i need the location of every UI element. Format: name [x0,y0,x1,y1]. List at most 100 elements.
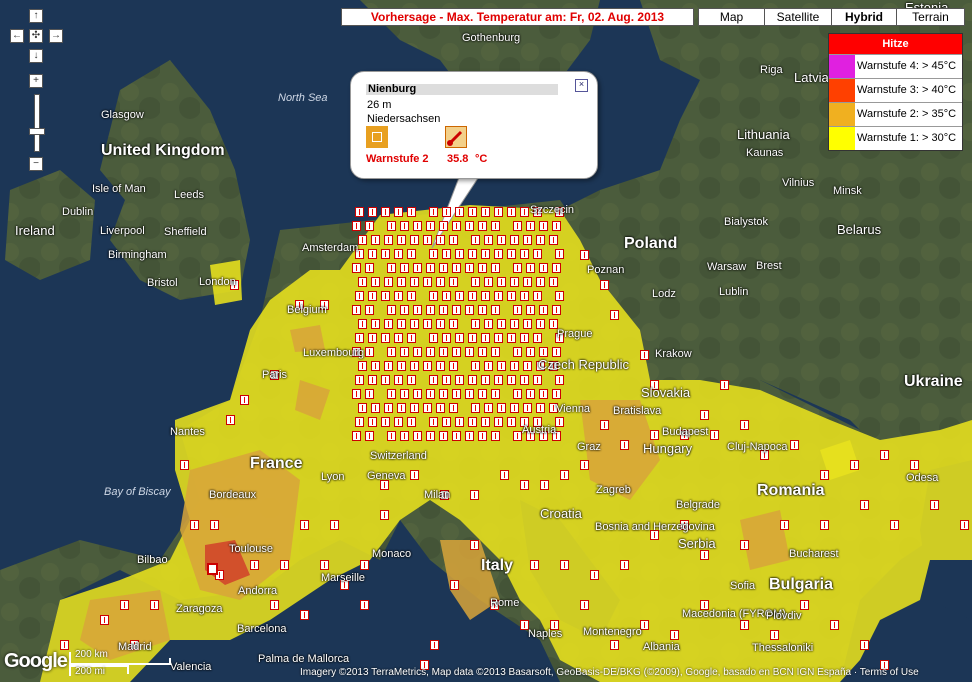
station-marker-icon[interactable] [523,361,532,371]
station-marker-icon[interactable] [452,263,461,273]
station-marker-icon[interactable] [549,235,558,245]
station-marker-icon[interactable] [426,263,435,273]
station-marker-icon[interactable] [507,417,516,427]
station-marker-icon[interactable] [413,221,422,231]
station-marker-icon[interactable] [513,263,522,273]
station-marker-icon[interactable] [455,417,464,427]
station-marker-icon[interactable] [352,431,361,441]
station-marker-icon[interactable] [620,560,629,570]
station-marker-icon[interactable] [478,305,487,315]
zoom-out-icon[interactable]: − [29,157,43,171]
station-marker-icon[interactable] [930,500,939,510]
pan-left-icon[interactable]: ← [10,29,24,43]
station-marker-icon[interactable] [520,480,529,490]
station-marker-icon[interactable] [355,207,364,217]
station-marker-icon[interactable] [368,291,377,301]
station-marker-icon[interactable] [400,263,409,273]
station-marker-icon[interactable] [491,389,500,399]
station-marker-icon[interactable] [120,600,129,610]
station-marker-icon[interactable] [520,207,529,217]
station-marker-icon[interactable] [455,291,464,301]
station-marker-icon[interactable] [580,250,589,260]
station-marker-icon[interactable] [280,560,289,570]
station-marker-icon[interactable] [590,570,599,580]
station-marker-icon[interactable] [439,305,448,315]
station-marker-icon[interactable] [439,221,448,231]
station-marker-icon[interactable] [536,235,545,245]
station-marker-icon[interactable] [478,263,487,273]
station-marker-icon[interactable] [526,431,535,441]
station-marker-icon[interactable] [471,235,480,245]
station-marker-icon[interactable] [600,280,609,290]
station-marker-icon[interactable] [295,300,304,310]
station-marker-icon[interactable] [491,347,500,357]
station-marker-icon[interactable] [423,277,432,287]
station-marker-icon[interactable] [680,520,689,530]
station-marker-icon[interactable] [800,600,809,610]
pan-down-icon[interactable]: ↓ [29,49,43,63]
station-marker-icon[interactable] [520,291,529,301]
station-marker-icon[interactable] [700,550,709,560]
station-marker-icon[interactable] [549,361,558,371]
station-marker-icon[interactable] [455,333,464,343]
station-marker-icon[interactable] [507,375,516,385]
station-marker-icon[interactable] [455,249,464,259]
station-marker-icon[interactable] [407,375,416,385]
station-marker-icon[interactable] [552,305,561,315]
station-marker-icon[interactable] [371,235,380,245]
station-marker-icon[interactable] [760,450,769,460]
station-marker-icon[interactable] [426,347,435,357]
station-marker-icon[interactable] [330,520,339,530]
station-marker-icon[interactable] [355,333,364,343]
station-marker-icon[interactable] [442,249,451,259]
station-marker-icon[interactable] [410,361,419,371]
station-marker-icon[interactable] [468,375,477,385]
station-marker-icon[interactable] [494,333,503,343]
station-marker-icon[interactable] [440,490,449,500]
station-marker-icon[interactable] [358,235,367,245]
station-marker-icon[interactable] [507,291,516,301]
station-marker-icon[interactable] [523,277,532,287]
station-marker-icon[interactable] [890,520,899,530]
station-marker-icon[interactable] [820,520,829,530]
station-marker-icon[interactable] [381,333,390,343]
station-marker-icon[interactable] [465,389,474,399]
station-marker-icon[interactable] [549,403,558,413]
station-marker-icon[interactable] [533,417,542,427]
station-marker-icon[interactable] [250,560,259,570]
station-marker-icon[interactable] [860,640,869,650]
map-type-map-button[interactable]: Map [698,8,765,26]
station-marker-icon[interactable] [365,347,374,357]
station-marker-icon[interactable] [526,263,535,273]
station-marker-icon[interactable] [790,440,799,450]
station-marker-icon[interactable] [368,333,377,343]
station-marker-icon[interactable] [358,361,367,371]
station-marker-icon[interactable] [449,277,458,287]
station-marker-icon[interactable] [481,417,490,427]
station-marker-icon[interactable] [491,221,500,231]
station-marker-icon[interactable] [507,249,516,259]
station-marker-icon[interactable] [465,347,474,357]
station-marker-icon[interactable] [410,470,419,480]
station-marker-icon[interactable] [550,620,559,630]
station-marker-icon[interactable] [455,375,464,385]
station-marker-icon[interactable] [481,291,490,301]
station-marker-icon[interactable] [710,430,719,440]
station-marker-icon[interactable] [468,207,477,217]
station-marker-icon[interactable] [397,235,406,245]
station-marker-icon[interactable] [413,431,422,441]
station-marker-icon[interactable] [400,431,409,441]
station-marker-icon[interactable] [130,640,139,650]
station-marker-icon[interactable] [371,277,380,287]
station-marker-icon[interactable] [533,291,542,301]
station-marker-icon[interactable] [513,431,522,441]
station-marker-icon[interactable] [720,380,729,390]
station-marker-icon[interactable] [526,305,535,315]
station-marker-icon[interactable] [410,235,419,245]
station-marker-icon[interactable] [413,263,422,273]
station-marker-icon[interactable] [352,221,361,231]
station-marker-icon[interactable] [360,600,369,610]
station-marker-icon[interactable] [620,440,629,450]
station-marker-icon[interactable] [500,470,509,480]
station-marker-icon[interactable] [394,333,403,343]
